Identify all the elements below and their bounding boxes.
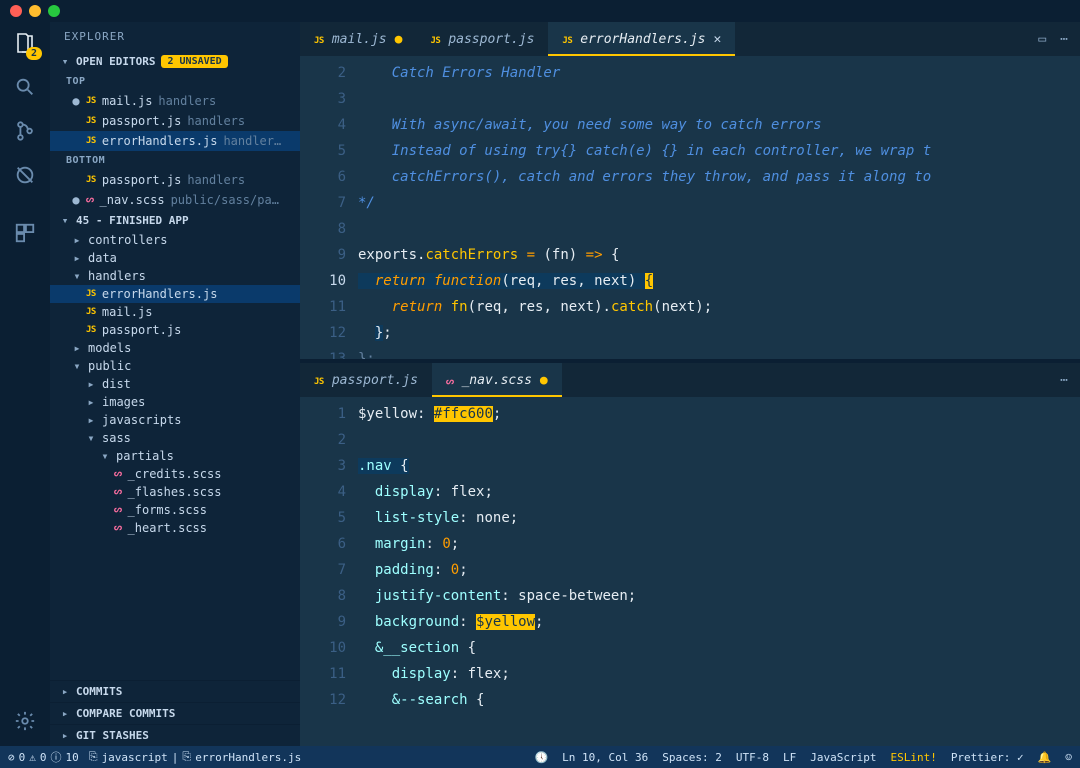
- tree-file[interactable]: JSpassport.js: [50, 321, 300, 339]
- tree-file[interactable]: ᔕ_flashes.scss: [50, 483, 300, 501]
- tree-folder[interactable]: ▾handlers: [50, 267, 300, 285]
- debug-icon[interactable]: [12, 162, 38, 188]
- filetype-icon: ᔕ: [114, 469, 122, 479]
- open-editor-item[interactable]: JSpassport.js handlers: [50, 111, 300, 131]
- open-editors-header[interactable]: ▾OPEN EDITORS 2 UNSAVED: [50, 51, 300, 72]
- tree-folder[interactable]: ▸controllers: [50, 231, 300, 249]
- status-spaces[interactable]: Spaces: 2: [662, 751, 722, 764]
- status-lang-path[interactable]: ⎘javascript| ⎘errorHandlers.js: [89, 750, 301, 764]
- tree-folder[interactable]: ▸data: [50, 249, 300, 267]
- filetype-icon: ᔕ: [114, 523, 122, 533]
- sidebar-section[interactable]: ▸GIT STASHES: [50, 724, 300, 746]
- open-editor-item[interactable]: ●JSmail.js handlers: [50, 91, 300, 111]
- sidebar-section[interactable]: ▸COMPARE COMMITS: [50, 702, 300, 724]
- more-icon[interactable]: ⋯: [1060, 373, 1068, 388]
- editor-pane-top[interactable]: 2345678910111213 Catch Errors Handler Wi…: [300, 56, 1080, 359]
- maximize-window-icon[interactable]: [48, 5, 60, 17]
- tree-folder[interactable]: ▾public: [50, 357, 300, 375]
- tree-folder[interactable]: ▸dist: [50, 375, 300, 393]
- filetype-icon: JS: [562, 36, 572, 46]
- filetype-icon: JS: [314, 36, 324, 46]
- status-bell-icon[interactable]: 🔔: [1038, 751, 1052, 764]
- filetype-icon: JS: [314, 377, 324, 387]
- filetype-icon: JS: [86, 96, 96, 106]
- filetype-icon: JS: [86, 175, 96, 185]
- editor-tab[interactable]: JSpassport.js: [300, 363, 432, 397]
- tree-folder[interactable]: ▸images: [50, 393, 300, 411]
- group-top-label: TOP: [50, 72, 300, 91]
- tree-folder[interactable]: ▸javascripts: [50, 411, 300, 429]
- status-problems[interactable]: ⊘0 ⚠0 ⓘ10: [8, 749, 79, 765]
- search-icon[interactable]: [12, 74, 38, 100]
- status-prettier[interactable]: Prettier: ✓: [951, 751, 1024, 764]
- open-editor-item[interactable]: ●ᔕ_nav.scss public/sass/pa…: [50, 190, 300, 210]
- close-icon[interactable]: ✕: [713, 32, 721, 47]
- tree-file[interactable]: ᔕ_credits.scss: [50, 465, 300, 483]
- sidebar-section[interactable]: ▸COMMITS: [50, 680, 300, 702]
- filetype-icon: JS: [86, 289, 96, 299]
- filetype-icon: ᔕ: [114, 505, 122, 515]
- extensions-icon[interactable]: [12, 220, 38, 246]
- editor-tab[interactable]: JSerrorHandlers.js✕: [548, 22, 735, 56]
- activity-bar: 2: [0, 22, 50, 746]
- split-editor-icon[interactable]: ▭: [1038, 32, 1046, 47]
- open-editor-item[interactable]: JSerrorHandlers.js handler…: [50, 131, 300, 151]
- tree-file[interactable]: JSmail.js: [50, 303, 300, 321]
- minimize-window-icon[interactable]: [29, 5, 41, 17]
- filetype-icon: JS: [86, 116, 96, 126]
- editor-tab[interactable]: ᔕ_nav.scss●: [432, 363, 562, 397]
- status-eol[interactable]: LF: [783, 751, 796, 764]
- filetype-icon: JS: [430, 36, 440, 46]
- open-editor-item[interactable]: JSpassport.js handlers: [50, 170, 300, 190]
- status-feedback-icon[interactable]: ☺: [1065, 751, 1072, 764]
- statusbar: ⊘0 ⚠0 ⓘ10 ⎘javascript| ⎘errorHandlers.js…: [0, 746, 1080, 768]
- editor-area: JSmail.js●JSpassport.jsJSerrorHandlers.j…: [300, 22, 1080, 746]
- tree-file[interactable]: ᔕ_forms.scss: [50, 501, 300, 519]
- filetype-icon: JS: [86, 307, 96, 317]
- project-header[interactable]: ▾45 - FINISHED APP: [50, 210, 300, 231]
- filetype-icon: JS: [86, 136, 96, 146]
- tree-folder[interactable]: ▸models: [50, 339, 300, 357]
- tree-folder[interactable]: ▾partials: [50, 447, 300, 465]
- status-encoding[interactable]: UTF-8: [736, 751, 769, 764]
- explorer-icon[interactable]: 2: [12, 30, 38, 56]
- titlebar: [0, 0, 1080, 22]
- explorer-badge: 2: [26, 47, 42, 60]
- tabbar-top: JSmail.js●JSpassport.jsJSerrorHandlers.j…: [300, 22, 1080, 56]
- filetype-icon: ᔕ: [446, 377, 454, 387]
- filetype-icon: ᔕ: [86, 195, 94, 205]
- source-control-icon[interactable]: [12, 118, 38, 144]
- unsaved-badge: 2 UNSAVED: [161, 55, 227, 68]
- group-bottom-label: BOTTOM: [50, 151, 300, 170]
- status-position[interactable]: Ln 10, Col 36: [562, 751, 648, 764]
- close-window-icon[interactable]: [10, 5, 22, 17]
- editor-tab[interactable]: JSpassport.js: [416, 22, 548, 56]
- status-lang-mode[interactable]: JavaScript: [810, 751, 876, 764]
- filetype-icon: ᔕ: [114, 487, 122, 497]
- editor-tab[interactable]: JSmail.js●: [300, 22, 416, 56]
- tree-file[interactable]: JSerrorHandlers.js: [50, 285, 300, 303]
- status-clock-icon[interactable]: 🕔: [534, 751, 548, 764]
- editor-pane-bottom[interactable]: 123456789101112 $yellow: #ffc600; .nav {…: [300, 397, 1080, 746]
- tree-folder[interactable]: ▾sass: [50, 429, 300, 447]
- sidebar: EXPLORER ▾OPEN EDITORS 2 UNSAVED TOP ●JS…: [50, 22, 300, 746]
- sidebar-title: EXPLORER: [50, 22, 300, 51]
- more-icon[interactable]: ⋯: [1060, 32, 1068, 47]
- status-eslint[interactable]: ESLint!: [890, 751, 936, 764]
- tabbar-bottom: JSpassport.jsᔕ_nav.scss● ⋯: [300, 363, 1080, 397]
- filetype-icon: JS: [86, 325, 96, 335]
- tree-file[interactable]: ᔕ_heart.scss: [50, 519, 300, 537]
- settings-icon[interactable]: [12, 708, 38, 734]
